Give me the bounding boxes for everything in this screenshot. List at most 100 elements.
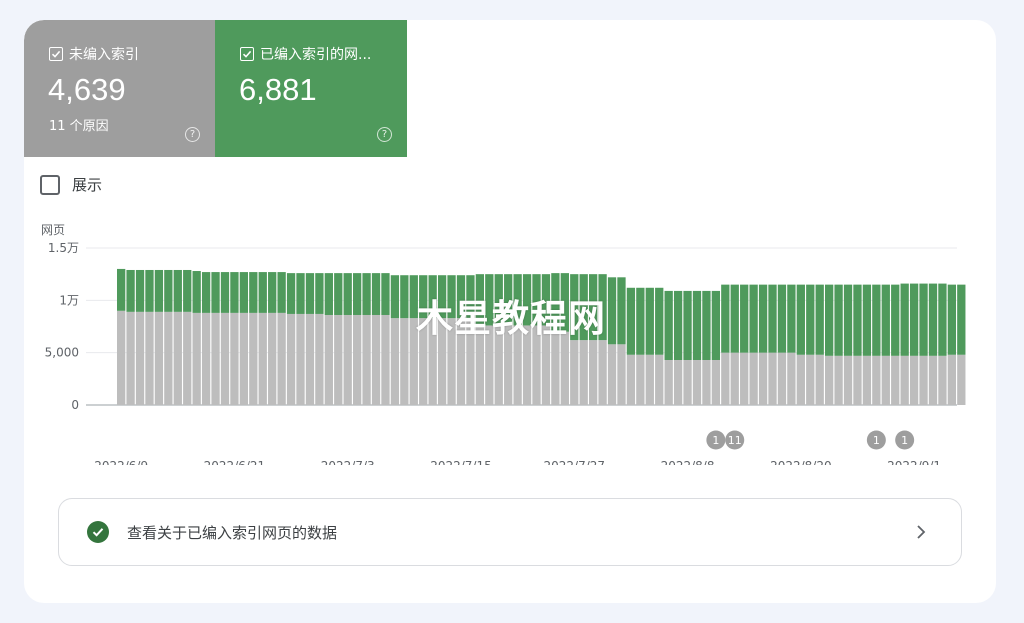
indexed-value: 6,881 — [239, 72, 317, 107]
view-indexed-pages-link[interactable]: 查看关于已编入索引网页的数据 — [58, 498, 962, 566]
bar-indexed — [749, 284, 758, 353]
bar-not-indexed — [560, 331, 569, 405]
bar-indexed — [220, 272, 230, 313]
bar-indexed — [938, 283, 947, 356]
not-indexed-value: 4,639 — [48, 72, 126, 107]
bar-indexed — [286, 273, 296, 314]
bar-indexed — [607, 277, 617, 345]
checkbox-checked-icon[interactable] — [240, 47, 254, 61]
bar-indexed — [787, 284, 796, 353]
bar-indexed — [249, 272, 258, 313]
bar-indexed — [758, 284, 768, 353]
bar-not-indexed — [947, 354, 957, 405]
bar-indexed — [305, 273, 315, 314]
x-tick-label: 2022/9/1 — [887, 459, 941, 465]
bar-not-indexed — [334, 314, 343, 405]
y-tick-label: 1.5万 — [48, 241, 79, 255]
bar-not-indexed — [928, 355, 938, 405]
bar-not-indexed — [589, 340, 598, 405]
bar-not-indexed — [825, 355, 834, 405]
view-indexed-pages-text: 查看关于已编入索引网页的数据 — [127, 523, 338, 542]
bar-not-indexed — [645, 354, 654, 405]
bar-indexed — [815, 284, 824, 355]
annotation-label: 1 — [712, 434, 719, 447]
bar-not-indexed — [362, 314, 371, 405]
bar-not-indexed — [862, 355, 872, 405]
bar-indexed — [381, 273, 390, 315]
y-tick-label: 1万 — [59, 293, 79, 307]
bar-indexed — [834, 284, 843, 356]
checkbox-unchecked-icon[interactable] — [40, 174, 60, 195]
bar-not-indexed — [381, 314, 390, 405]
bar-not-indexed — [673, 359, 683, 405]
bar-indexed — [626, 287, 636, 355]
bar-not-indexed — [353, 314, 362, 405]
bar-not-indexed — [183, 311, 192, 405]
y-axis-title: 网页 — [41, 223, 65, 237]
bar-not-indexed — [881, 355, 890, 405]
bar-indexed — [730, 284, 739, 353]
bar-not-indexed — [258, 312, 267, 405]
bar-indexed — [268, 272, 277, 313]
indexed-tile[interactable]: 已编入索引的网... 6,881 ? — [215, 20, 407, 157]
bar-not-indexed — [154, 311, 164, 405]
bar-indexed — [173, 269, 182, 312]
bar-indexed — [164, 269, 173, 312]
bar-indexed — [258, 272, 267, 313]
bar-not-indexed — [305, 313, 315, 405]
annotation-label: 1 — [873, 434, 880, 447]
bar-not-indexed — [721, 352, 730, 405]
bar-not-indexed — [664, 359, 673, 405]
bar-indexed — [154, 269, 164, 312]
bar-indexed — [683, 290, 692, 360]
bar-not-indexed — [900, 355, 909, 405]
watermark: 木星教程网 — [416, 297, 606, 340]
bar-not-indexed — [598, 340, 607, 405]
checkbox-checked-icon[interactable] — [49, 47, 63, 61]
not-indexed-tile[interactable]: 未编入索引 4,639 11 个原因 ? — [24, 20, 215, 157]
bar-indexed — [277, 272, 286, 313]
bar-not-indexed — [683, 359, 692, 405]
bar-not-indexed — [239, 312, 249, 405]
bar-not-indexed — [126, 311, 135, 405]
bar-not-indexed — [702, 359, 711, 405]
bar-indexed — [390, 275, 400, 319]
bar-not-indexed — [711, 359, 721, 405]
bar-indexed — [919, 283, 928, 356]
bar-indexed — [862, 284, 872, 356]
x-tick-label: 2022/7/27 — [544, 459, 606, 465]
bar-indexed — [400, 275, 409, 319]
bar-not-indexed — [579, 340, 588, 405]
bar-not-indexed — [758, 352, 768, 405]
bar-indexed — [947, 284, 957, 355]
bar-not-indexed — [749, 352, 758, 405]
bar-indexed — [117, 268, 126, 311]
bar-not-indexed — [277, 312, 286, 405]
annotation-label: 11 — [728, 434, 742, 447]
bar-not-indexed — [891, 355, 900, 405]
bar-not-indexed — [919, 355, 928, 405]
bar-not-indexed — [692, 359, 702, 405]
bar-not-indexed — [211, 312, 220, 405]
bar-indexed — [617, 277, 626, 345]
bar-indexed — [843, 284, 853, 356]
bar-indexed — [353, 273, 362, 315]
bar-indexed — [825, 284, 834, 356]
bar-not-indexed — [815, 354, 824, 405]
help-icon[interactable]: ? — [377, 127, 392, 142]
bar-not-indexed — [957, 354, 966, 405]
bar-indexed — [881, 284, 890, 356]
impressions-toggle[interactable]: 展示 — [40, 174, 102, 195]
bar-indexed — [324, 273, 333, 315]
help-icon[interactable]: ? — [185, 127, 200, 142]
bar-not-indexed — [787, 352, 796, 405]
bar-not-indexed — [230, 312, 239, 405]
bar-indexed — [296, 273, 305, 314]
y-tick-label: 5,000 — [45, 346, 79, 360]
bar-not-indexed — [135, 311, 145, 405]
bar-not-indexed — [872, 355, 881, 405]
bar-not-indexed — [607, 344, 617, 405]
bar-indexed — [673, 290, 683, 360]
bar-not-indexed — [220, 312, 230, 405]
bar-indexed — [126, 269, 135, 312]
